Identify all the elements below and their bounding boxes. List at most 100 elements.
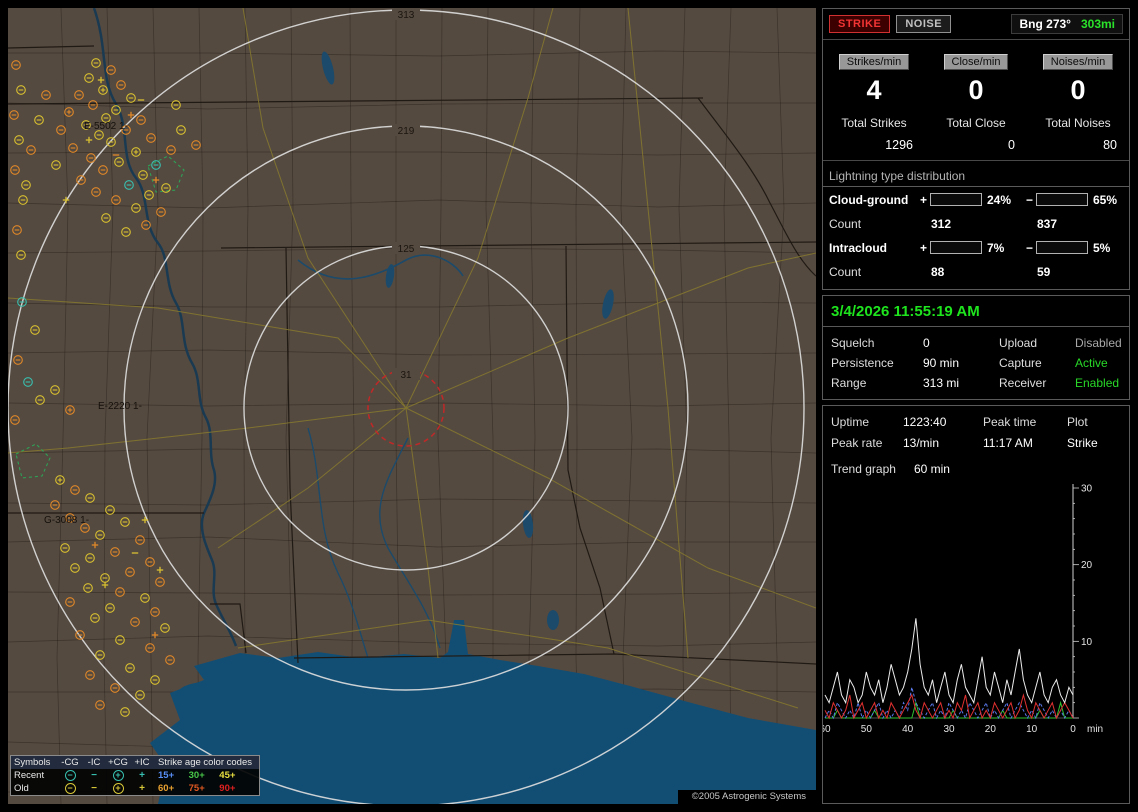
legend-recent-row: Recent − − + + 15+ 30+ 45+ [11,769,259,782]
rate-values-row: 4 0 0 [823,75,1129,106]
legend-old-label: Old [14,783,29,794]
old-pos-cg-icon: + [112,783,124,794]
total-noises-label: Total Noises [1045,116,1111,130]
plot-mode-value: Strike [1067,435,1098,450]
svg-text:30: 30 [943,724,955,735]
cg-negative-bar [1036,193,1088,206]
squelch-label: Squelch [831,336,875,350]
svg-text:E-2220 1-: E-2220 1- [98,401,142,412]
age-90: 90+ [219,783,236,794]
svg-text:min: min [1087,724,1103,735]
strike-mode-button[interactable]: STRIKE [829,15,891,33]
peak-time-value: 11:17 AM [983,435,1033,450]
cg-negative-count: 837 [1037,216,1058,231]
ic-negative-count: 59 [1037,264,1051,279]
receiver-status: Enabled [1075,376,1120,390]
cg-positive-count: 312 [931,216,952,231]
total-close-label: Total Close [946,116,1006,130]
peak-time-label: Peak time [983,414,1037,429]
age-75: 75+ [188,783,205,794]
age-30: 30+ [188,770,205,781]
noises-per-min-chip[interactable]: Noises/min [1042,54,1114,70]
svg-text:20: 20 [1081,560,1093,571]
total-noises-value: 80 [1103,138,1117,152]
cg-positive-pct: 24% [987,192,1012,207]
intracloud-count-row: Count 88 59 [823,260,1129,289]
lightning-map[interactable]: 313 219 125 31 E-5502 1- E-2220 1- G-3008 1- [8,8,816,804]
cloud-ground-row: Cloud-ground + 24% − 65% [823,187,1129,212]
legend-header-row: Symbols -CG -IC +CG +IC Strike age color… [11,756,259,769]
rate-chips-row: Strikes/min Close/min Noises/min [823,54,1129,70]
bearing-readout: Bng 273° 303mi [1011,14,1123,34]
trend-graph: 30 20 10 60 50 40 30 20 10 0 min [819,484,1103,736]
map-legend: Symbols -CG -IC +CG +IC Strike age color… [10,755,260,796]
close-per-min-chip[interactable]: Close/min [943,54,1009,70]
upload-label: Upload [999,336,1038,350]
settings-row: Persistence 90 min Capture Active [823,353,1129,373]
count-label: Count [829,216,862,231]
legend-col-neg-cg: -CG [61,757,79,768]
settings-row: Squelch 0 Upload Disabled [823,333,1129,353]
noise-mode-button[interactable]: NOISE [896,15,952,33]
upload-status: Disabled [1075,336,1122,350]
ic-positive-bar [930,241,982,254]
ic-negative-bar [1036,241,1088,254]
svg-text:20: 20 [985,724,997,735]
recent-neg-cg-icon: − [64,770,76,781]
total-close-value: 0 [1008,138,1015,152]
minus-sign: − [1025,240,1033,255]
legend-col-pos-ic: +IC [134,757,150,768]
intracloud-row: Intracloud + 7% − 5% [823,235,1129,260]
total-values-row: 1296 0 80 [823,138,1129,160]
legend-symbols-header: Symbols [14,757,51,768]
cg-negative-pct: 65% [1093,192,1118,207]
old-neg-ic-icon: − [91,783,97,794]
capture-label: Capture [999,356,1042,370]
range-label: Range [831,376,867,390]
uptime-label: Uptime [831,414,870,429]
trend-graph-label: Trend graph [831,462,896,476]
cloud-ground-count-row: Count 312 837 [823,212,1129,235]
settings-panel: 3/4/2026 11:55:19 AM Squelch 0 Upload Di… [822,295,1130,400]
legend-col-neg-ic: -IC [87,757,101,768]
capture-status: Active [1075,356,1108,370]
svg-text:E-5502 1-: E-5502 1- [84,121,128,132]
recent-neg-ic-icon: − [91,770,97,781]
minus-sign: − [1025,192,1033,207]
total-labels-row: Total Strikes Total Close Total Noises [823,116,1129,130]
peak-rate-label: Peak rate [831,435,883,450]
map-panel[interactable]: 313 219 125 31 E-5502 1- E-2220 1- G-3008 1- … [8,8,816,804]
range-value: 303mi [1080,17,1115,31]
legend-age-header: Strike age color codes [158,757,252,768]
range-setting-value: 313 mi [923,376,960,390]
ic-negative-pct: 5% [1093,240,1111,255]
old-pos-ic-icon: + [139,783,145,794]
recent-pos-cg-icon: + [112,770,124,781]
plus-sign: + [919,240,927,255]
peak-rate-value: 13/min [903,435,940,450]
squelch-value: 0 [923,336,930,350]
strikes-per-min-value: 4 [866,75,882,105]
age-45: 45+ [219,770,236,781]
copyright-text: ©2005 Astrogenic Systems [677,790,816,804]
count-label: Count [829,264,862,279]
cg-positive-bar [930,193,982,206]
intracloud-label: Intracloud [829,240,888,255]
ic-positive-count: 88 [931,264,945,279]
legend-recent-label: Recent [14,770,45,781]
svg-text:10: 10 [1081,637,1093,648]
svg-text:313: 313 [398,10,415,21]
bearing-value: Bng 273° [1019,17,1071,31]
datetime-display: 3/4/2026 11:55:19 AM [823,296,1129,327]
svg-text:219: 219 [398,126,415,137]
distribution-title: Lightning type distribution [823,160,1129,187]
age-60: 60+ [158,783,175,794]
counters-panel: STRIKE NOISE Bng 273° 303mi Strikes/min … [822,8,1130,290]
trend-window-value: 60 min [913,462,950,476]
svg-text:50: 50 [861,724,873,735]
recent-pos-ic-icon: + [139,770,145,781]
strikes-per-min-chip[interactable]: Strikes/min [838,54,910,70]
app-window: 313 219 125 31 E-5502 1- E-2220 1- G-3008 1- … [0,0,1138,812]
total-strikes-value: 1296 [885,138,913,152]
status-sidebar: STRIKE NOISE Bng 273° 303mi Strikes/min … [819,8,1130,804]
